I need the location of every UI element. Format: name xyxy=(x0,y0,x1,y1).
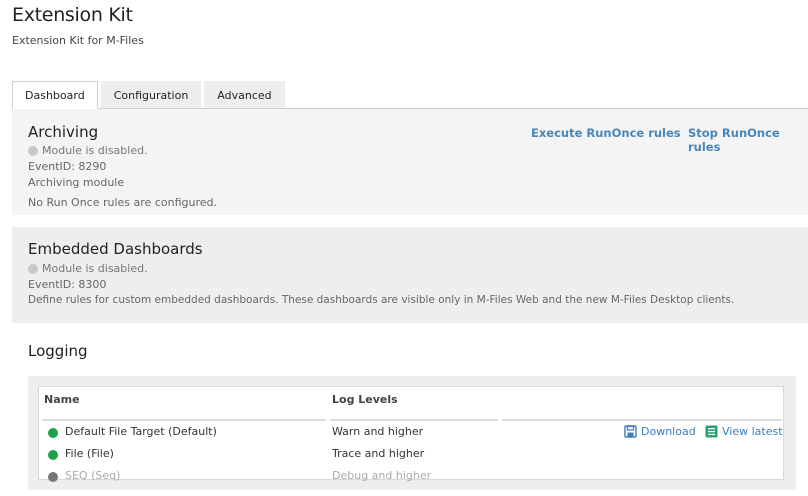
app-subtitle: Extension Kit for M-Files xyxy=(12,34,144,47)
embedded-title: Embedded Dashboards xyxy=(28,240,203,258)
log-level: Warn and higher xyxy=(332,425,424,438)
column-header-name: Name xyxy=(44,393,80,406)
archiving-status-text: Module is disabled. xyxy=(42,144,148,157)
list-icon xyxy=(705,425,718,438)
logging-panel: Name Log Levels Default File Target (Def… xyxy=(28,376,796,490)
archiving-event-id: EventID: 8290 xyxy=(28,160,107,173)
log-level: Debug and higher xyxy=(332,469,432,482)
table-row: Default File Target (Default) Warn and h… xyxy=(39,423,783,445)
archiving-status: Module is disabled. xyxy=(28,144,148,157)
log-target-name: File (File) xyxy=(65,447,114,460)
table-row: SEQ (Seq) Debug and higher xyxy=(39,467,783,489)
logging-table: Name Log Levels Default File Target (Def… xyxy=(38,386,784,482)
status-dot-icon xyxy=(28,263,38,274)
column-header-log-levels: Log Levels xyxy=(332,393,398,406)
tab-advanced[interactable]: Advanced xyxy=(204,81,285,109)
status-dot-icon xyxy=(48,450,58,460)
archiving-module: Archiving Module is disabled. EventID: 8… xyxy=(12,109,808,215)
embedded-status-text: Module is disabled. xyxy=(42,262,148,275)
archiving-title: Archiving xyxy=(28,123,99,141)
archiving-description: Archiving module xyxy=(28,176,125,189)
execute-runonce-link[interactable]: Execute RunOnce rules xyxy=(531,126,681,140)
log-target-name: Default File Target (Default) xyxy=(65,425,217,438)
tab-dashboard[interactable]: Dashboard xyxy=(12,81,98,109)
status-dot-icon xyxy=(48,428,58,438)
table-row: File (File) Trace and higher xyxy=(39,445,783,467)
app-title: Extension Kit xyxy=(12,4,133,26)
tab-bar: Dashboard Configuration Advanced xyxy=(12,81,288,109)
download-label: Download xyxy=(641,425,696,438)
embedded-event-id: EventID: 8300 xyxy=(28,278,107,291)
tab-configuration[interactable]: Configuration xyxy=(100,81,202,109)
log-level: Trace and higher xyxy=(332,447,425,460)
view-latest-link[interactable]: View latest xyxy=(705,425,783,438)
embedded-status: Module is disabled. xyxy=(28,262,148,275)
view-latest-label: View latest xyxy=(722,425,783,438)
header-divider xyxy=(502,419,782,421)
header-divider xyxy=(42,419,326,421)
header-divider xyxy=(330,419,498,421)
save-icon xyxy=(624,425,637,438)
logging-title: Logging xyxy=(28,342,88,360)
log-target-name: SEQ (Seq) xyxy=(65,469,121,482)
embedded-dashboards-module: Embedded Dashboards Module is disabled. … xyxy=(12,227,808,323)
download-link[interactable]: Download xyxy=(624,425,696,438)
status-dot-icon xyxy=(48,472,58,482)
stop-runonce-link[interactable]: Stop RunOnce rules xyxy=(688,126,808,154)
status-dot-icon xyxy=(28,145,38,156)
archiving-note: No Run Once rules are configured. xyxy=(28,196,217,209)
embedded-description: Define rules for custom embedded dashboa… xyxy=(28,294,735,306)
